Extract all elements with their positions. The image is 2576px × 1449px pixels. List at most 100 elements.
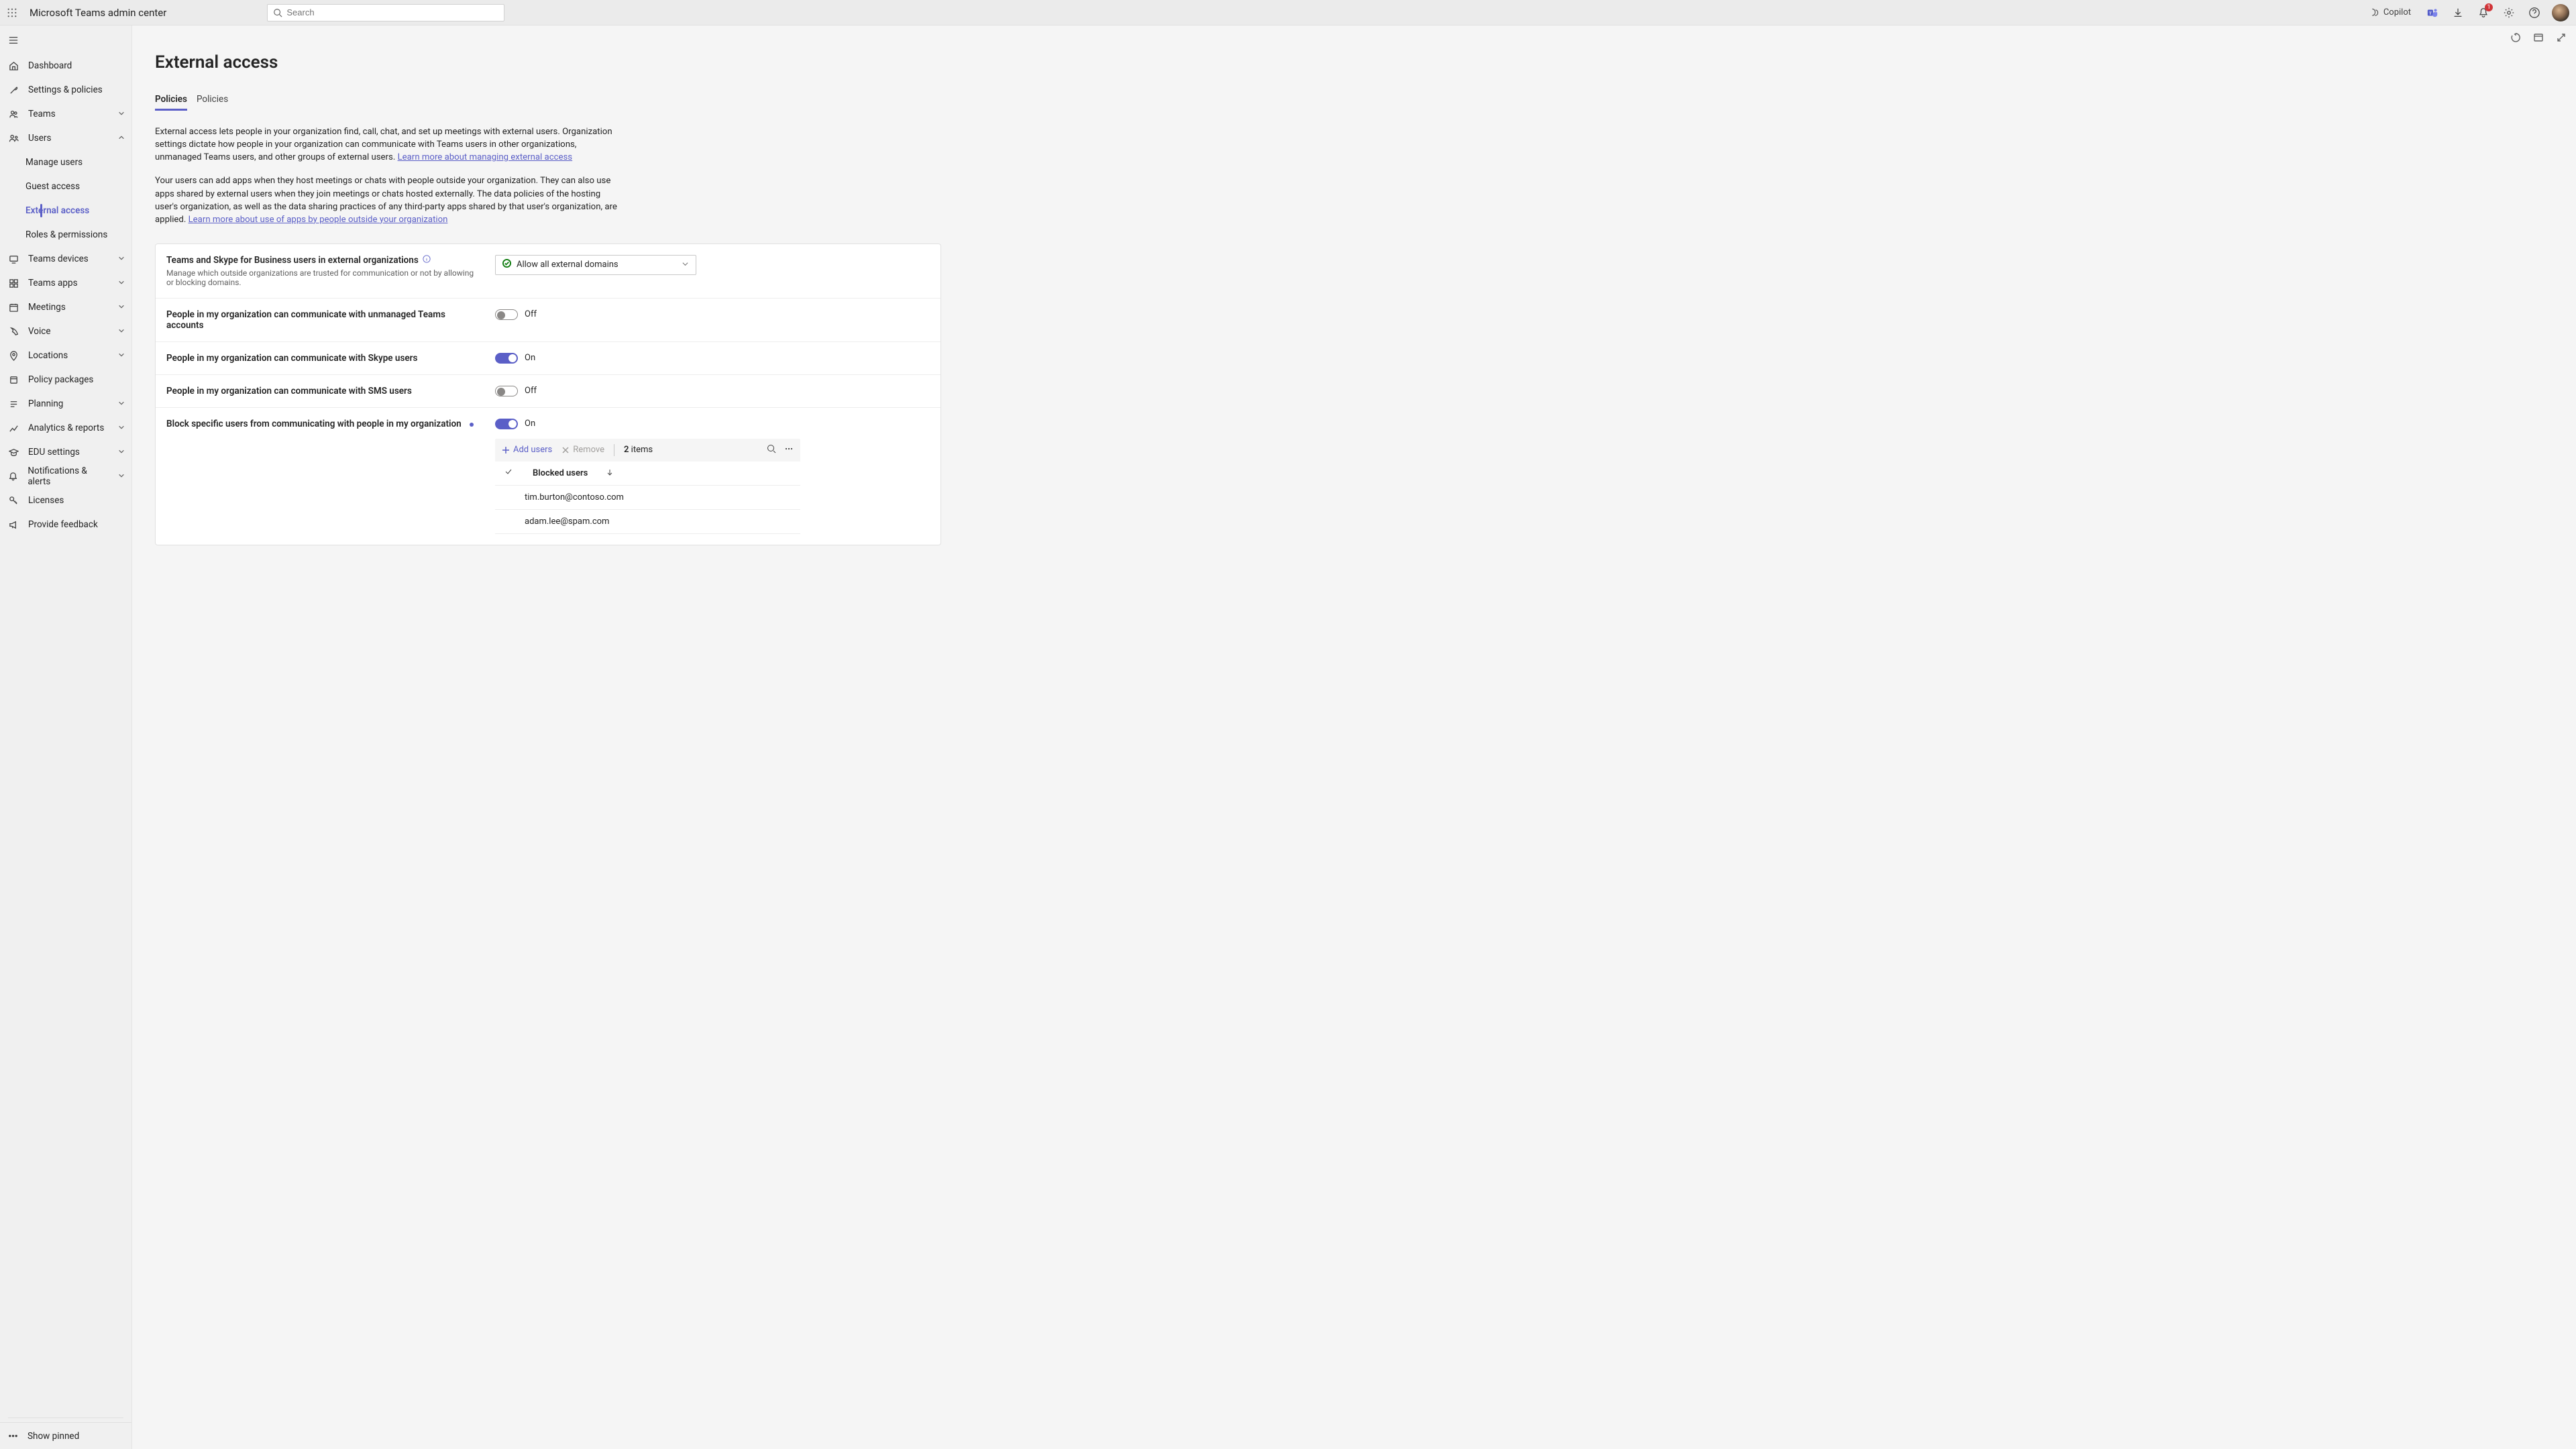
nav-label: Teams	[28, 109, 56, 119]
notifications-icon[interactable]: 1	[2475, 5, 2491, 21]
learn-more-link-1[interactable]: Learn more about managing external acces…	[398, 152, 573, 162]
toggle-unmanaged[interactable]	[495, 309, 518, 320]
toggle-sms[interactable]	[495, 386, 518, 396]
table-row[interactable]: tim.burton@contoso.com	[495, 486, 800, 510]
chevron-down-icon	[118, 398, 125, 409]
add-label: Add users	[513, 445, 552, 455]
nav-label: Locations	[28, 350, 68, 361]
nav-users[interactable]: Users	[0, 126, 131, 150]
more-icon	[8, 1431, 18, 1441]
nav-voice[interactable]: Voice	[0, 319, 131, 343]
table-row[interactable]: adam.lee@spam.com	[495, 510, 800, 534]
chevron-down-icon	[118, 109, 125, 119]
home-icon	[8, 61, 19, 71]
nav-analytics[interactable]: Analytics & reports	[0, 416, 131, 440]
nav-label: Users	[28, 133, 51, 144]
main-content: External access Policies Policies Extern…	[132, 25, 2576, 1449]
chevron-down-icon	[118, 350, 125, 361]
nav-licenses[interactable]: Licenses	[0, 488, 131, 513]
sort-icon[interactable]	[606, 468, 613, 478]
chevron-down-icon	[118, 326, 125, 337]
toggle-state: On	[525, 353, 535, 363]
sidebar: Dashboard Settings & policies Teams User…	[0, 25, 132, 1449]
tab-policies-1[interactable]: Policies	[155, 90, 187, 111]
list-icon	[8, 399, 19, 409]
nav-label: Teams apps	[28, 278, 78, 288]
search-input[interactable]	[286, 7, 498, 17]
setting-title-text: Block specific users from communicating …	[166, 419, 462, 429]
nav-teams[interactable]: Teams	[0, 102, 131, 126]
column-header[interactable]: Blocked users	[533, 468, 588, 478]
nav-policy-packages[interactable]: Policy packages	[0, 368, 131, 392]
copilot-icon	[2369, 7, 2379, 18]
show-pinned[interactable]: Show pinned	[0, 1422, 131, 1449]
blocked-user-email: tim.burton@contoso.com	[504, 492, 624, 502]
phone-icon	[8, 327, 19, 337]
package-icon	[8, 375, 19, 385]
collapse-nav-icon[interactable]	[5, 32, 21, 48]
chart-icon	[8, 423, 19, 433]
chevron-down-icon	[118, 302, 125, 313]
add-users-button[interactable]: Add users	[502, 445, 552, 455]
panel-icon[interactable]	[2532, 31, 2545, 44]
setting-title-text: People in my organization can communicat…	[166, 353, 417, 364]
apps-icon	[8, 278, 19, 288]
toggle-block-users[interactable]	[495, 419, 518, 429]
app-launcher-icon[interactable]	[4, 5, 20, 21]
setting-title-text: People in my organization can communicat…	[166, 309, 482, 331]
domains-dropdown[interactable]: Allow all external domains	[495, 255, 696, 275]
nav-label: Voice	[28, 326, 51, 337]
nav-label: Policy packages	[28, 374, 93, 385]
tabs: Policies Policies	[155, 90, 941, 111]
learn-more-link-2[interactable]: Learn more about use of apps by people o…	[189, 215, 448, 225]
megaphone-icon	[8, 520, 19, 530]
chevron-down-icon	[118, 423, 125, 433]
search-box[interactable]	[267, 4, 504, 21]
info-icon[interactable]	[423, 255, 431, 266]
help-icon[interactable]	[2526, 5, 2542, 21]
select-all-icon[interactable]	[504, 468, 513, 478]
search-table-icon[interactable]	[767, 444, 776, 456]
unsaved-indicator-icon	[470, 423, 474, 427]
download-icon[interactable]	[2450, 5, 2466, 21]
nav-label: Analytics & reports	[28, 423, 104, 433]
nav-label: Planning	[28, 398, 63, 409]
top-bar: Microsoft Teams admin center Copilot T 1	[0, 0, 2576, 25]
nav-separator	[8, 1417, 123, 1418]
nav-settings-policies[interactable]: Settings & policies	[0, 78, 131, 102]
copilot-label: Copilot	[2383, 7, 2411, 17]
teams-app-icon[interactable]: T	[2424, 5, 2440, 21]
nav-edu-settings[interactable]: EDU settings	[0, 440, 131, 464]
tab-policies-2[interactable]: Policies	[197, 90, 228, 111]
nav-teams-apps[interactable]: Teams apps	[0, 271, 131, 295]
nav-planning[interactable]: Planning	[0, 392, 131, 416]
device-icon	[8, 254, 19, 264]
setting-sms: People in my organization can communicat…	[156, 375, 941, 408]
nav-guest-access[interactable]: Guest access	[25, 174, 131, 199]
setting-title-text: Teams and Skype for Business users in ex…	[166, 255, 419, 266]
setting-block-users: Block specific users from communicating …	[156, 408, 941, 545]
more-options-icon[interactable]	[784, 444, 794, 456]
notification-badge: 1	[2485, 3, 2493, 11]
nav-notifications-alerts[interactable]: Notifications & alerts	[0, 464, 131, 488]
nav-roles-permissions[interactable]: Roles & permissions	[25, 223, 131, 247]
nav-dashboard[interactable]: Dashboard	[0, 54, 131, 78]
item-count: 2 items	[624, 445, 653, 455]
nav-meetings[interactable]: Meetings	[0, 295, 131, 319]
toggle-skype[interactable]	[495, 353, 518, 364]
bell-icon	[8, 472, 18, 482]
settings-icon[interactable]	[2501, 5, 2517, 21]
nav-manage-users[interactable]: Manage users	[25, 150, 131, 174]
profile-avatar[interactable]	[2552, 4, 2569, 21]
expand-icon[interactable]	[2555, 31, 2568, 44]
remove-label: Remove	[573, 445, 604, 455]
nav-external-access[interactable]: External access	[25, 199, 131, 223]
nav-feedback[interactable]: Provide feedback	[0, 513, 131, 537]
remove-button: Remove	[561, 445, 604, 455]
nav-label: Meetings	[28, 302, 66, 313]
copilot-button[interactable]: Copilot	[2365, 5, 2415, 21]
activity-log-icon[interactable]	[2509, 31, 2522, 44]
nav-teams-devices[interactable]: Teams devices	[0, 247, 131, 271]
nav-label: Licenses	[28, 495, 64, 506]
nav-locations[interactable]: Locations	[0, 343, 131, 368]
